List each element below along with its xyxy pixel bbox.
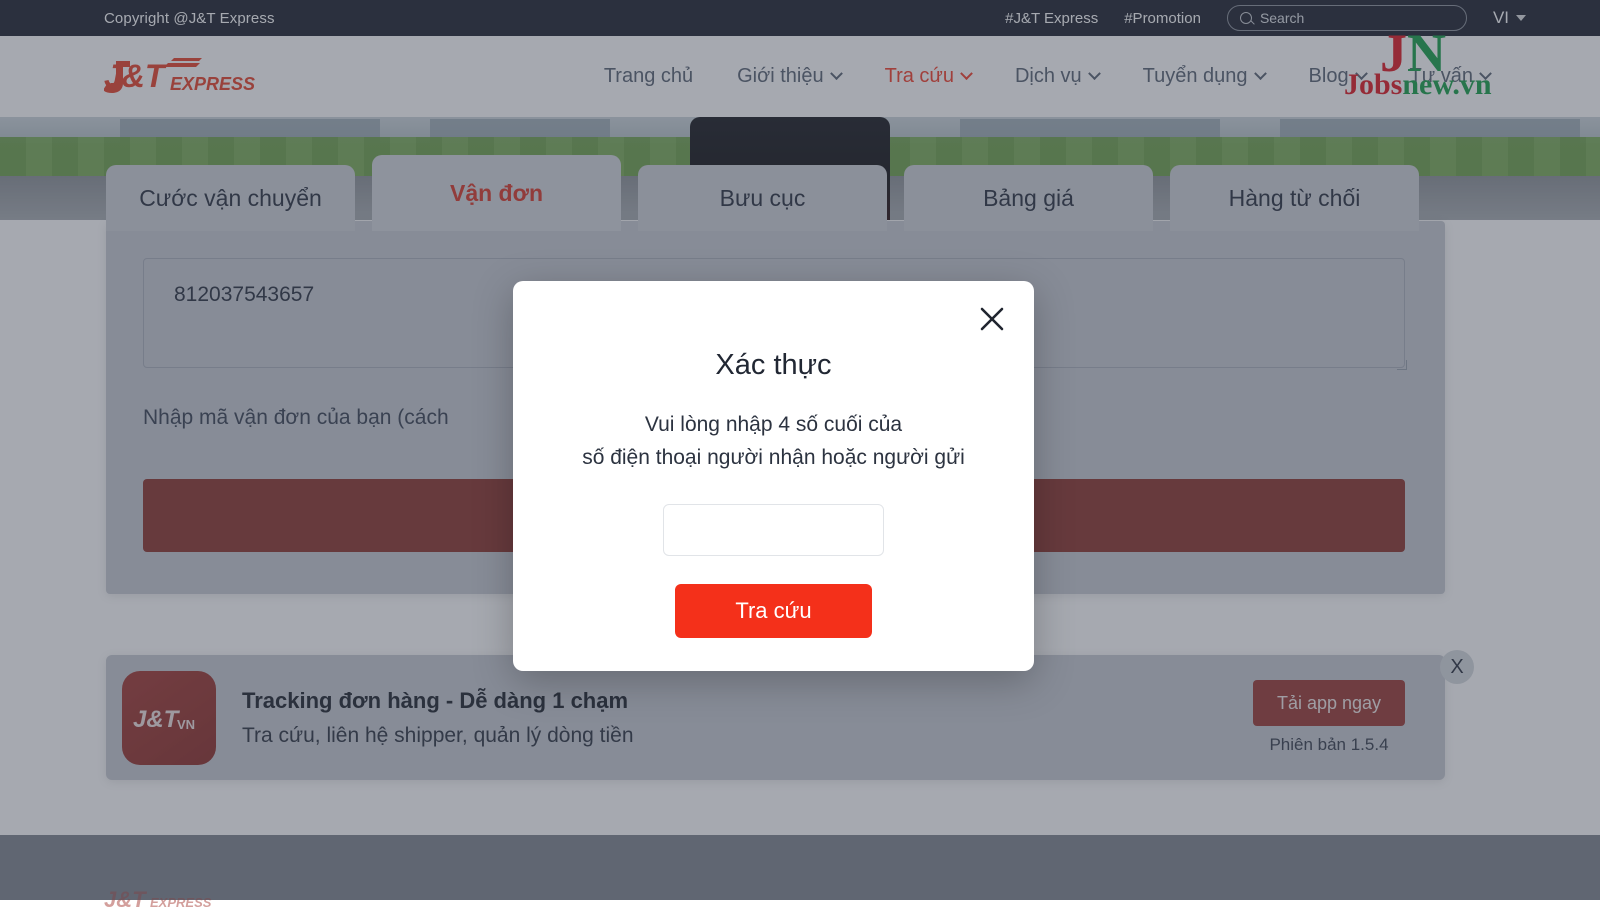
modal-description: Vui lòng nhập 4 số cuối của số điện thoạ… (513, 408, 1034, 474)
modal-title: Xác thực (513, 349, 1034, 382)
verification-modal: Xác thực Vui lòng nhập 4 số cuối của số … (513, 281, 1034, 671)
modal-description-line-1: Vui lòng nhập 4 số cuối của (513, 408, 1034, 441)
phone-last4-input[interactable] (663, 504, 884, 556)
modal-submit-button[interactable]: Tra cứu (675, 584, 872, 638)
modal-action-row: Tra cứu (513, 584, 1034, 638)
modal-input-row (513, 504, 1034, 556)
modal-description-line-2: số điện thoại người nhận hoặc người gửi (513, 441, 1034, 474)
close-modal-button[interactable] (977, 304, 1007, 334)
